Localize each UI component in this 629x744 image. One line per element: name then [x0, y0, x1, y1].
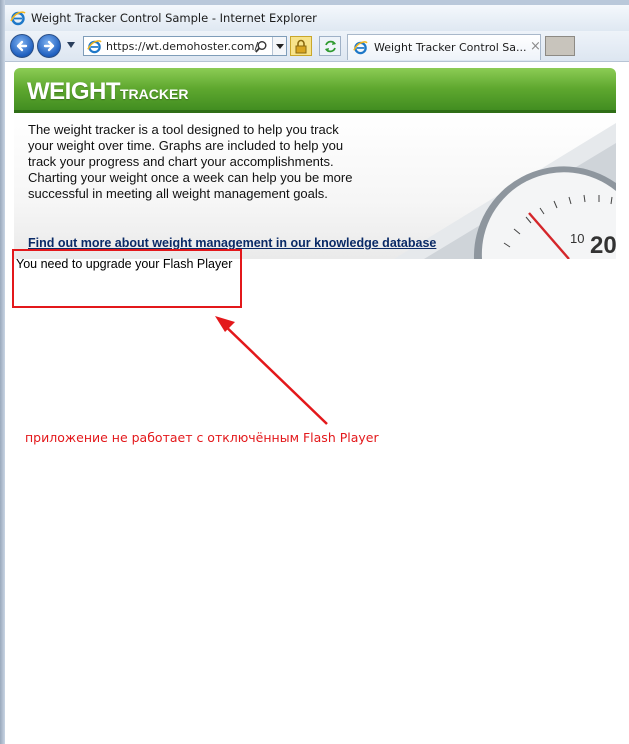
browser-window: Weight Tracker Control Sample - Internet…: [0, 0, 629, 744]
back-arrow-icon: [16, 40, 28, 52]
weight-tracker-header: WEIGHTTRACKER: [14, 68, 616, 113]
recent-pages-dropdown-icon[interactable]: [67, 42, 75, 48]
address-url: https://wt.demohoster.com/: [106, 40, 259, 53]
annotation-text: приложение не работает с отключённым Fla…: [25, 430, 379, 445]
ie-tab-icon: [353, 40, 368, 59]
address-bar[interactable]: https://wt.demohoster.com/: [83, 36, 287, 56]
weight-tracker-description: The weight tracker is a tool designed to…: [28, 122, 353, 201]
forward-button[interactable]: [37, 34, 61, 58]
knowledge-database-link[interactable]: Find out more about weight management in…: [28, 236, 436, 250]
title-bar: Weight Tracker Control Sample - Internet…: [5, 5, 629, 32]
back-button[interactable]: [10, 34, 34, 58]
navigation-bar: https://wt.demohoster.com/ Weight Tracke…: [5, 31, 629, 62]
security-lock-button[interactable]: [290, 36, 312, 56]
window-title: Weight Tracker Control Sample - Internet…: [31, 11, 317, 25]
scale-number-20: 20: [590, 232, 616, 259]
ie-page-icon: [87, 39, 102, 58]
highlight-box: [12, 249, 242, 308]
tab-title: Weight Tracker Control Sa...: [374, 41, 527, 54]
weight-tracker-logo: WEIGHTTRACKER: [27, 78, 188, 106]
annotation-arrow: [215, 316, 328, 425]
refresh-button[interactable]: [319, 36, 341, 56]
refresh-icon: [325, 40, 336, 53]
page-content: WEIGHTTRACKER 10 20 The weight tracker i…: [5, 62, 629, 744]
ie-logo-icon: [10, 10, 26, 26]
lock-icon: [295, 39, 307, 54]
browser-tab[interactable]: Weight Tracker Control Sa... ×: [347, 34, 541, 60]
search-icon[interactable]: [254, 39, 268, 58]
new-tab-button[interactable]: [545, 36, 575, 56]
logo-sub-text: TRACKER: [120, 86, 189, 102]
address-dropdown-button[interactable]: [272, 37, 286, 55]
logo-main-text: WEIGHT: [27, 78, 121, 105]
weight-tracker-intro-panel: 10 20 The weight tracker is a tool desig…: [14, 113, 616, 259]
scale-number-10: 10: [570, 231, 584, 246]
forward-arrow-icon: [43, 40, 55, 52]
tab-close-icon[interactable]: ×: [530, 40, 541, 54]
